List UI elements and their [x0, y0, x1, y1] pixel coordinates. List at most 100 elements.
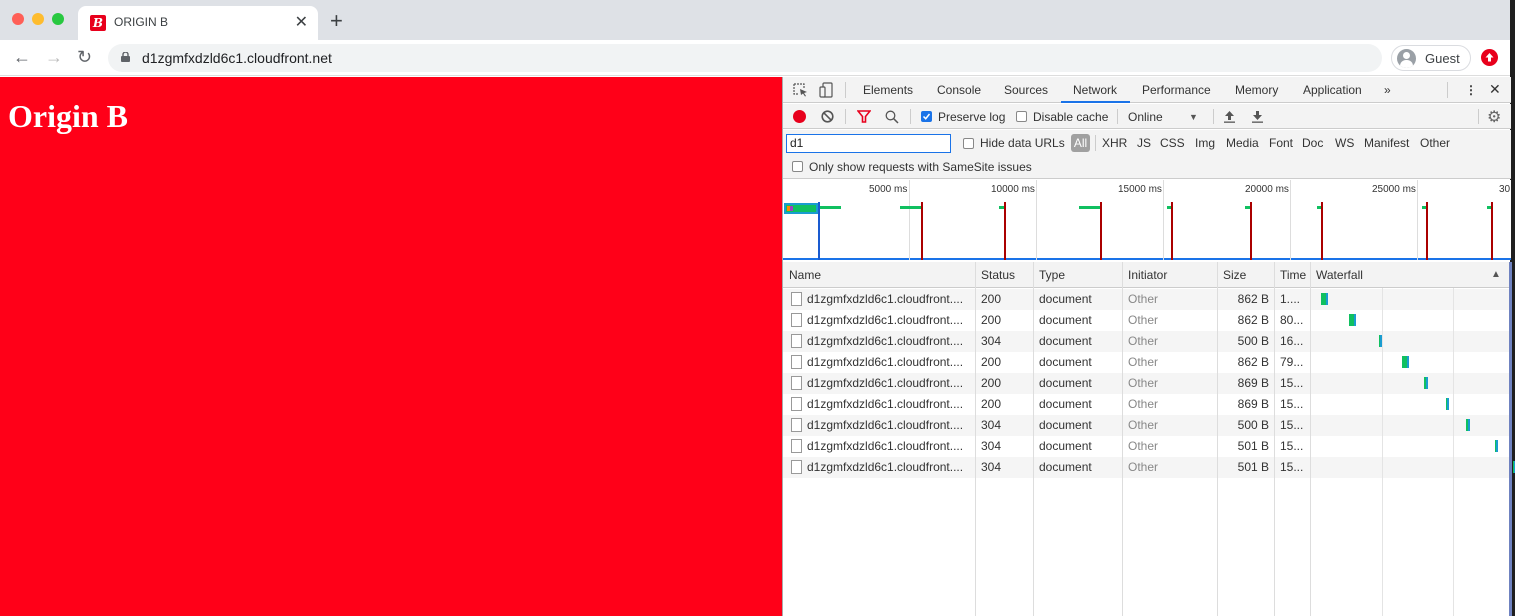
- request-name[interactable]: d1zgmfxdzld6c1.cloudfront....: [807, 439, 963, 453]
- network-overview[interactable]: 5000 ms 10000 ms 15000 ms 20000 ms 25000…: [783, 180, 1511, 260]
- update-icon[interactable]: [1481, 49, 1498, 66]
- request-time: 15...: [1280, 439, 1304, 453]
- minimize-window-button[interactable]: [32, 13, 44, 25]
- request-time: 15...: [1280, 418, 1304, 432]
- column-header-size[interactable]: Size: [1223, 268, 1246, 282]
- request-time: 16...: [1280, 334, 1304, 348]
- column-header-type[interactable]: Type: [1039, 268, 1065, 282]
- type-filter-js[interactable]: JS: [1137, 136, 1151, 150]
- request-name[interactable]: d1zgmfxdzld6c1.cloudfront....: [807, 334, 963, 348]
- more-tabs-button[interactable]: »: [1384, 83, 1391, 97]
- inspect-element-icon[interactable]: [793, 83, 808, 97]
- type-filter-manifest[interactable]: Manifest: [1364, 136, 1409, 150]
- request-time: 80...: [1280, 313, 1304, 327]
- clear-icon[interactable]: [821, 110, 834, 123]
- request-name[interactable]: d1zgmfxdzld6c1.cloudfront....: [807, 292, 963, 306]
- request-name[interactable]: d1zgmfxdzld6c1.cloudfront....: [807, 376, 963, 390]
- column-header-status[interactable]: Status: [981, 268, 1015, 282]
- filter-input[interactable]: d1: [786, 134, 951, 153]
- browser-tab[interactable]: B ORIGIN B ✕: [78, 6, 318, 40]
- import-har-icon[interactable]: [1224, 110, 1235, 123]
- request-status: 200: [981, 397, 1002, 411]
- tab-performance[interactable]: Performance: [1142, 83, 1211, 97]
- table-row[interactable]: d1zgmfxdzld6c1.cloudfront.... 304 document…: [783, 415, 1511, 436]
- document-icon: [791, 397, 802, 411]
- tab-elements[interactable]: Elements: [863, 83, 913, 97]
- type-filter-css[interactable]: CSS: [1160, 136, 1185, 150]
- table-row[interactable]: d1zgmfxdzld6c1.cloudfront.... 304 document…: [783, 457, 1515, 478]
- table-row[interactable]: d1zgmfxdzld6c1.cloudfront.... 200 document…: [783, 289, 1511, 310]
- search-icon[interactable]: [885, 110, 899, 124]
- preserve-log-label[interactable]: Preserve log: [938, 110, 1005, 124]
- type-filter-doc[interactable]: Doc: [1302, 136, 1323, 150]
- record-icon[interactable]: [793, 110, 806, 123]
- tab-sources[interactable]: Sources: [1004, 83, 1048, 97]
- request-name[interactable]: d1zgmfxdzld6c1.cloudfront....: [807, 418, 963, 432]
- profile-button[interactable]: Guest: [1391, 45, 1471, 71]
- type-filter-media[interactable]: Media: [1226, 136, 1259, 150]
- tab-memory[interactable]: Memory: [1235, 83, 1278, 97]
- close-window-button[interactable]: [12, 13, 24, 25]
- request-initiator: Other: [1128, 439, 1159, 453]
- type-filter-ws[interactable]: WS: [1335, 136, 1354, 150]
- dropdown-arrow-icon[interactable]: ▼: [1189, 112, 1198, 122]
- waterfall-bar: [1424, 377, 1428, 389]
- disable-cache-label[interactable]: Disable cache: [1033, 110, 1108, 124]
- throttling-select[interactable]: Online: [1128, 110, 1163, 124]
- tab-application[interactable]: Application: [1303, 83, 1362, 97]
- type-filter-all[interactable]: All: [1071, 134, 1090, 152]
- hide-data-urls-label[interactable]: Hide data URLs: [980, 136, 1065, 150]
- new-tab-button[interactable]: +: [330, 10, 343, 32]
- request-status: 200: [981, 376, 1002, 390]
- request-name[interactable]: d1zgmfxdzld6c1.cloudfront....: [807, 460, 963, 474]
- request-status: 200: [981, 292, 1002, 306]
- active-tab-indicator: [1061, 101, 1130, 103]
- filter-icon[interactable]: [857, 110, 871, 123]
- type-filter-font[interactable]: Font: [1269, 136, 1293, 150]
- address-bar[interactable]: d1zgmfxdzld6c1.cloudfront.net: [108, 44, 1382, 72]
- request-size: 862 B: [1237, 313, 1269, 327]
- web-page: Origin B: [0, 77, 782, 616]
- filter-bar: d1 Hide data URLs All XHR JS CSS Img Med…: [783, 130, 1511, 179]
- column-header-name[interactable]: Name: [789, 268, 821, 282]
- table-row[interactable]: d1zgmfxdzld6c1.cloudfront.... 304 document…: [783, 331, 1511, 352]
- request-size: 501 B: [1237, 460, 1269, 474]
- close-devtools-icon[interactable]: ✕: [1489, 81, 1501, 98]
- column-header-time[interactable]: Time: [1280, 268, 1306, 282]
- url-text[interactable]: d1zgmfxdzld6c1.cloudfront.net: [142, 50, 332, 66]
- samesite-label[interactable]: Only show requests with SameSite issues: [809, 160, 1032, 174]
- panel-scrollbar[interactable]: [1509, 262, 1512, 616]
- request-size: 862 B: [1237, 292, 1269, 306]
- table-row[interactable]: d1zgmfxdzld6c1.cloudfront.... 200 document…: [783, 310, 1511, 331]
- hide-data-urls-checkbox[interactable]: [963, 138, 974, 149]
- column-header-waterfall[interactable]: Waterfall: [1316, 268, 1363, 282]
- request-name[interactable]: d1zgmfxdzld6c1.cloudfront....: [807, 355, 963, 369]
- document-icon: [791, 376, 802, 390]
- type-filter-xhr[interactable]: XHR: [1102, 136, 1127, 150]
- tab-network[interactable]: Network: [1073, 83, 1117, 97]
- export-har-icon[interactable]: [1252, 110, 1263, 123]
- type-filter-other[interactable]: Other: [1420, 136, 1450, 150]
- table-row[interactable]: d1zgmfxdzld6c1.cloudfront.... 200 document…: [783, 352, 1511, 373]
- preserve-log-checkbox[interactable]: [921, 111, 932, 122]
- type-filter-img[interactable]: Img: [1195, 136, 1215, 150]
- table-row[interactable]: d1zgmfxdzld6c1.cloudfront.... 200 document…: [783, 394, 1511, 415]
- request-name[interactable]: d1zgmfxdzld6c1.cloudfront....: [807, 397, 963, 411]
- device-toolbar-icon[interactable]: [819, 82, 833, 98]
- samesite-checkbox[interactable]: [792, 161, 803, 172]
- reload-icon[interactable]: ↻: [77, 47, 92, 68]
- maximize-window-button[interactable]: [52, 13, 64, 25]
- back-arrow-icon[interactable]: ←: [13, 47, 31, 68]
- tab-console[interactable]: Console: [937, 83, 981, 97]
- request-initiator: Other: [1128, 376, 1159, 390]
- sort-ascending-icon[interactable]: ▲: [1491, 269, 1501, 280]
- table-row[interactable]: d1zgmfxdzld6c1.cloudfront.... 304 document…: [783, 436, 1511, 457]
- tab-close-icon[interactable]: ✕: [295, 12, 308, 32]
- forward-arrow-icon[interactable]: →: [45, 47, 63, 68]
- request-name[interactable]: d1zgmfxdzld6c1.cloudfront....: [807, 313, 963, 327]
- settings-gear-icon[interactable]: ⚙: [1487, 107, 1501, 127]
- kebab-menu-icon[interactable]: ⋮: [1465, 83, 1477, 97]
- column-header-initiator[interactable]: Initiator: [1128, 268, 1167, 282]
- table-row[interactable]: d1zgmfxdzld6c1.cloudfront.... 200 document…: [783, 373, 1511, 394]
- disable-cache-checkbox[interactable]: [1016, 111, 1027, 122]
